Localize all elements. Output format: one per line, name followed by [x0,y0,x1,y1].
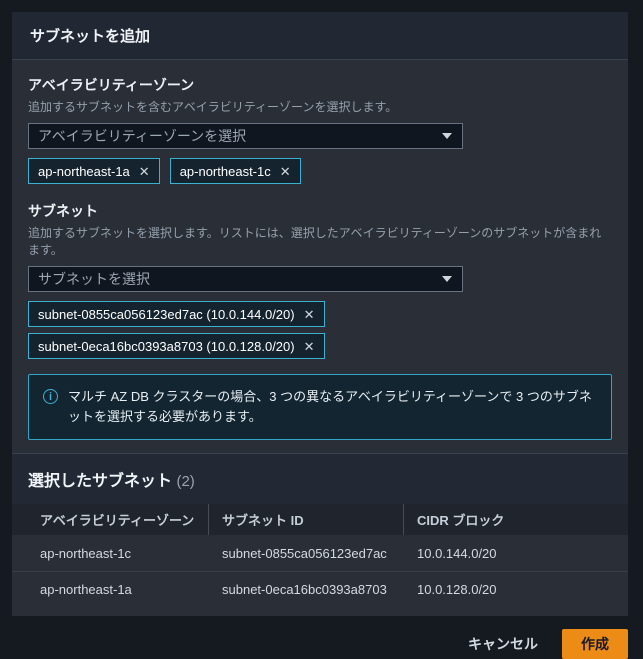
cell-cidr: 10.0.128.0/20 [417,582,497,598]
add-subnet-dialog: サブネットを追加 アベイラビリティーゾーン 追加するサブネットを含むアベイラビリ… [12,12,628,617]
subnet-select[interactable]: サブネットを選択 [28,266,463,292]
availability-zone-label: アベイラビリティーゾーン [28,77,195,93]
selected-subnets-header: 選択したサブネット (2) [12,453,628,505]
dialog-header: サブネットを追加 [12,12,628,60]
cell-subnet-id: subnet-0eca16bc0393a8703 [222,582,387,598]
info-icon: i [43,389,58,404]
close-icon[interactable]: ✕ [139,165,150,178]
az-tag: ap-northeast-1c ✕ [169,158,301,184]
subnet-tag-label: subnet-0eca16bc0393a8703 (10.0.128.0/20) [38,338,295,354]
selected-subnets-count: (2) [176,473,195,491]
table-bottom-spacer [12,607,628,616]
table-row: ap-northeast-1c subnet-0855ca056123ed7ac… [12,535,628,571]
info-alert-text: マルチ AZ DB クラスターの場合、3 つの異なるアベイラビリティーゾーンで … [68,389,592,425]
subnet-description: 追加するサブネットを選択します。リストには、選択したアベイラビリティーゾーンのサ… [28,226,602,257]
availability-zone-group: アベイラビリティーゾーン 追加するサブネットを含むアベイラビリティーゾーンを選択… [28,75,612,184]
cell-subnet-id: subnet-0855ca056123ed7ac [222,545,387,561]
availability-zone-select[interactable]: アベイラビリティーゾーンを選択 [28,123,463,149]
multi-az-info-alert: i マルチ AZ DB クラスターの場合、3 つの異なるアベイラビリティーゾーン… [28,374,612,441]
subnet-tag-label: subnet-0855ca056123ed7ac (10.0.144.0/20) [38,306,295,322]
cancel-button[interactable]: キャンセル [468,634,538,654]
subnet-tags: subnet-0855ca056123ed7ac (10.0.144.0/20)… [28,301,612,359]
subnet-select-placeholder: サブネットを選択 [38,271,150,287]
subnet-tag: subnet-0855ca056123ed7ac (10.0.144.0/20)… [28,301,325,327]
subnet-label: サブネット [28,203,98,219]
availability-zone-select-placeholder: アベイラビリティーゾーンを選択 [38,128,247,144]
selected-subnets-table: アベイラビリティーゾーン サブネット ID CIDR ブロック ap-north… [12,504,628,616]
availability-zone-description: 追加するサブネットを含むアベイラビリティーゾーンを選択します。 [28,100,398,114]
column-header-az: アベイラビリティーゾーン [12,504,209,536]
az-tag: ap-northeast-1a ✕ [28,158,160,184]
subnet-group: サブネット 追加するサブネットを選択します。リストには、選択したアベイラビリティ… [28,201,612,359]
availability-zone-tags: ap-northeast-1a ✕ ap-northeast-1c ✕ [28,158,612,184]
dialog-body: アベイラビリティーゾーン 追加するサブネットを含むアベイラビリティーゾーンを選択… [12,60,628,441]
selected-subnets-title: 選択したサブネット [28,473,173,491]
column-header-subnet-id: サブネット ID [209,504,404,536]
cell-cidr: 10.0.144.0/20 [417,545,497,561]
chevron-down-icon [442,133,452,139]
cell-az: ap-northeast-1c [40,545,132,561]
subnet-tag: subnet-0eca16bc0393a8703 (10.0.128.0/20)… [28,333,325,359]
az-tag-label: ap-northeast-1a [38,163,130,179]
close-icon[interactable]: ✕ [280,165,291,178]
table-header-row: アベイラビリティーゾーン サブネット ID CIDR ブロック [12,504,628,536]
dialog-footer: キャンセル 作成 [0,629,628,659]
dialog-title: サブネットを追加 [30,28,151,45]
az-tag-label: ap-northeast-1c [179,163,271,179]
cell-az: ap-northeast-1a [40,582,132,598]
chevron-down-icon [442,276,452,282]
column-header-cidr: CIDR ブロック [417,513,505,529]
close-icon[interactable]: ✕ [304,308,315,321]
create-button[interactable]: 作成 [562,629,628,659]
close-icon[interactable]: ✕ [304,340,315,353]
